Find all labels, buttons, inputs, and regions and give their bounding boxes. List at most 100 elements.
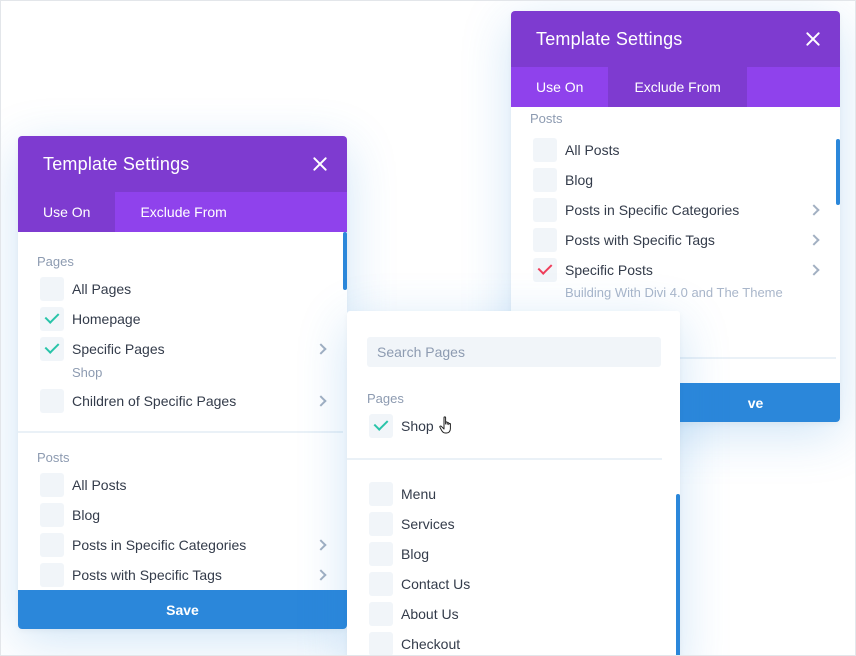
option-label: About Us: [401, 606, 459, 622]
chevron-right-icon[interactable]: [315, 343, 327, 355]
section-label-pages: Pages: [37, 254, 74, 269]
option-posts-with-specific-tags[interactable]: Posts with Specific Tags: [533, 225, 840, 255]
option-about-us[interactable]: About Us: [369, 599, 680, 629]
option-label: Children of Specific Pages: [72, 393, 237, 409]
panel-header: Template Settings: [511, 11, 840, 67]
close-icon[interactable]: [313, 157, 327, 171]
option-label: Checkout: [401, 636, 461, 652]
template-settings-panel-front: Template Settings Use On Exclude From Pa…: [18, 136, 347, 629]
option-menu[interactable]: Menu: [369, 479, 680, 509]
tab-exclude-from[interactable]: Exclude From: [608, 67, 747, 107]
checkbox[interactable]: [40, 563, 64, 587]
option-specific-pages[interactable]: Specific Pages: [40, 334, 347, 364]
checkbox[interactable]: [369, 542, 393, 566]
checkbox-checked[interactable]: [369, 414, 393, 438]
chevron-right-icon[interactable]: [315, 395, 327, 407]
scrollbar[interactable]: [676, 494, 680, 656]
option-blog[interactable]: Blog: [369, 539, 680, 569]
option-label: Posts in Specific Categories: [565, 202, 740, 218]
option-label: Posts with Specific Tags: [72, 567, 222, 583]
checkbox[interactable]: [40, 503, 64, 527]
tab-exclude-from[interactable]: Exclude From: [115, 192, 251, 232]
panel-title: Template Settings: [43, 153, 190, 174]
chevron-right-icon[interactable]: [808, 204, 820, 216]
option-checkout[interactable]: Checkout: [369, 629, 680, 656]
option-posts-in-specific-categories[interactable]: Posts in Specific Categories: [40, 530, 347, 560]
panel-header: Template Settings: [18, 136, 347, 192]
checkbox[interactable]: [40, 389, 64, 413]
panel-body-posts: Posts All Posts Blog Posts in Specific C…: [18, 433, 347, 590]
close-icon[interactable]: [806, 32, 820, 46]
checkbox[interactable]: [369, 572, 393, 596]
dropdown-search-area: [347, 311, 680, 367]
option-label: Posts with Specific Tags: [565, 232, 715, 248]
tab-bar: Use On Exclude From: [18, 192, 347, 232]
panel-body: Pages All Pages Homepage Specific Pages …: [18, 232, 347, 416]
tab-label: Exclude From: [634, 79, 721, 95]
option-label: Posts in Specific Categories: [72, 537, 247, 553]
save-label: ve: [747, 394, 764, 411]
pages-dropdown: Pages Shop Menu Services Blog Contact Us…: [347, 311, 680, 656]
checkbox[interactable]: [533, 228, 557, 252]
option-label: All Pages: [72, 281, 132, 297]
save-button[interactable]: Save: [18, 590, 347, 629]
checkbox[interactable]: [369, 512, 393, 536]
option-children-of-specific-pages[interactable]: Children of Specific Pages: [40, 386, 347, 416]
checkbox-checked[interactable]: [40, 307, 64, 331]
checkbox-checked[interactable]: [40, 337, 64, 361]
option-label: Shop: [401, 418, 434, 434]
option-label: Specific Posts: [565, 262, 653, 278]
checkbox[interactable]: [40, 473, 64, 497]
search-pages-input[interactable]: [367, 337, 661, 367]
option-all-pages[interactable]: All Pages: [40, 274, 347, 304]
hand-cursor-icon: [439, 416, 451, 434]
option-posts-with-specific-tags[interactable]: Posts with Specific Tags: [40, 560, 347, 590]
option-label: Menu: [401, 486, 437, 502]
option-blog[interactable]: Blog: [40, 500, 347, 530]
option-label: Homepage: [72, 311, 141, 327]
tab-bar: Use On Exclude From: [511, 67, 840, 107]
option-homepage[interactable]: Homepage: [40, 304, 347, 334]
checkbox[interactable]: [369, 602, 393, 626]
checkbox[interactable]: [369, 482, 393, 506]
tab-use-on[interactable]: Use On: [18, 192, 116, 232]
dropdown-selected-area: Pages Shop: [347, 367, 680, 441]
checkbox[interactable]: [369, 632, 393, 656]
option-label: All Posts: [565, 142, 620, 158]
option-shop-selected[interactable]: Shop: [369, 411, 680, 441]
option-blog[interactable]: Blog: [533, 165, 840, 195]
section-label-posts: Posts: [37, 450, 70, 465]
tab-label: Exclude From: [140, 204, 227, 220]
option-specific-posts[interactable]: Specific Posts: [533, 255, 840, 285]
checkbox[interactable]: [40, 277, 64, 301]
tab-label: Use On: [536, 79, 584, 95]
specific-pages-value: Shop: [72, 365, 103, 380]
checkbox-checked[interactable]: [533, 258, 557, 282]
checkbox[interactable]: [533, 168, 557, 192]
option-label: Specific Pages: [72, 341, 165, 357]
tab-use-on[interactable]: Use On: [511, 67, 609, 107]
dropdown-list: Menu Services Blog Contact Us About Us C…: [347, 460, 680, 656]
chevron-right-icon[interactable]: [315, 569, 327, 581]
option-label: Services: [401, 516, 455, 532]
option-contact-us[interactable]: Contact Us: [369, 569, 680, 599]
panel-body: Posts All Posts Blog Posts in Specific C…: [511, 107, 840, 303]
specific-posts-value: Building With Divi 4.0 and The Theme: [565, 285, 783, 300]
chevron-right-icon[interactable]: [808, 234, 820, 246]
scrollbar[interactable]: [343, 232, 347, 290]
tab-label: Use On: [43, 204, 91, 220]
option-label: All Posts: [72, 477, 127, 493]
checkbox[interactable]: [533, 198, 557, 222]
chevron-right-icon[interactable]: [808, 264, 820, 276]
option-posts-in-specific-categories[interactable]: Posts in Specific Categories: [533, 195, 840, 225]
section-label-pages: Pages: [367, 391, 404, 406]
option-all-posts[interactable]: All Posts: [533, 135, 840, 165]
checkbox[interactable]: [533, 138, 557, 162]
chevron-right-icon[interactable]: [315, 539, 327, 551]
checkbox[interactable]: [40, 533, 64, 557]
option-all-posts[interactable]: All Posts: [40, 470, 347, 500]
option-services[interactable]: Services: [369, 509, 680, 539]
scrollbar[interactable]: [836, 139, 840, 205]
panel-title: Template Settings: [536, 28, 683, 49]
option-label: Blog: [72, 507, 101, 523]
